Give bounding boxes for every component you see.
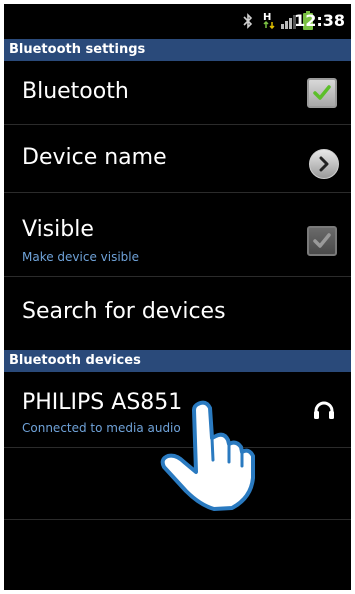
status-time: 12:38 (294, 11, 345, 30)
settings-section-header: Bluetooth settings (4, 39, 351, 61)
phone-screen: H 12:38 Bluetooth settings Bluetooth Dev… (4, 4, 351, 590)
search-devices-row[interactable]: Search for devices (4, 277, 351, 350)
visible-sublabel: Make device visible (22, 250, 140, 264)
bluetooth-label: Bluetooth (22, 79, 129, 104)
visible-row[interactable]: Visible Make device visible (4, 193, 351, 277)
bluetooth-toggle-row[interactable]: Bluetooth (4, 61, 351, 125)
visible-checkbox[interactable] (307, 226, 337, 256)
data-transfer-icon: H (263, 11, 277, 33)
empty-list-row (4, 520, 351, 590)
devices-section-header: Bluetooth devices (4, 350, 351, 372)
status-bar: H 12:38 (4, 4, 351, 39)
device-name-label: Device name (22, 145, 167, 170)
chevron-right-icon[interactable] (309, 149, 339, 179)
check-icon (313, 85, 331, 100)
check-icon (313, 233, 331, 248)
visible-label: Visible (22, 217, 94, 242)
bluetooth-checkbox[interactable] (307, 78, 337, 108)
hand-pointer-icon (156, 400, 268, 516)
bluetooth-icon (242, 13, 254, 33)
device-name-row[interactable]: Device name (4, 125, 351, 193)
svg-text:H: H (263, 12, 271, 23)
headset-icon (313, 400, 335, 424)
search-devices-label: Search for devices (22, 299, 226, 324)
